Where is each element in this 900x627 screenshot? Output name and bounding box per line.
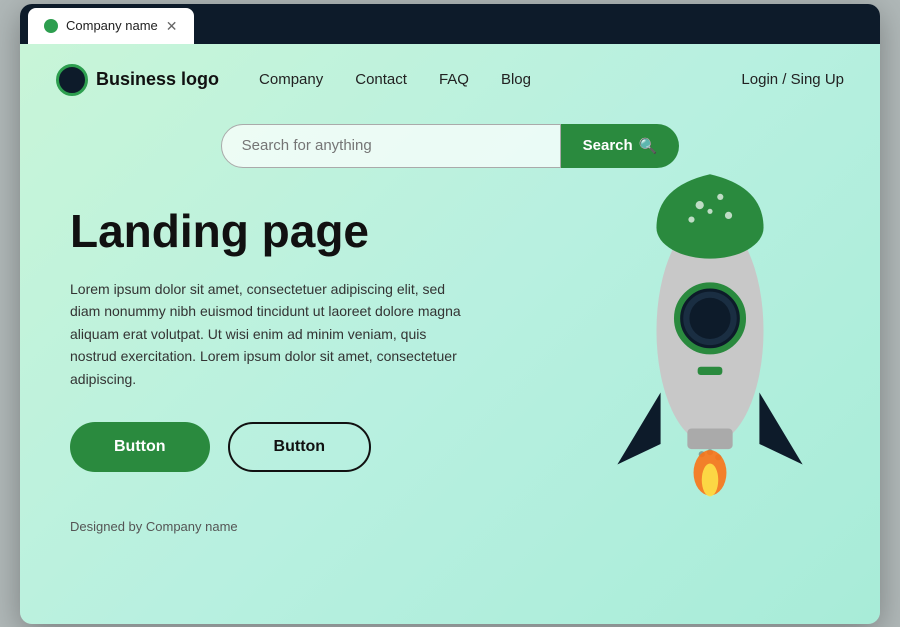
hero-text: Landing page Lorem ipsum dolor sit amet,… [70, 206, 530, 473]
hero-body: Lorem ipsum dolor sit amet, consectetuer… [70, 278, 470, 390]
primary-button[interactable]: Button [70, 422, 210, 472]
logo-icon [56, 64, 88, 96]
nav-blog[interactable]: Blog [501, 71, 531, 88]
tab-favicon-icon [44, 19, 58, 33]
secondary-button[interactable]: Button [228, 422, 372, 472]
logo-area: Business logo [56, 64, 219, 96]
auth-links[interactable]: Login / Sing Up [741, 71, 844, 88]
browser-tab[interactable]: Company name ✕ [28, 8, 194, 44]
browser-chrome: Company name ✕ [20, 4, 880, 44]
search-icon: 🔍 [639, 137, 658, 155]
hero-title: Landing page [70, 206, 530, 257]
search-button-label: Search [583, 137, 633, 154]
nav-company[interactable]: Company [259, 71, 323, 88]
rocket-illustration [570, 166, 850, 516]
navbar: Business logo Company Contact FAQ Blog L… [20, 44, 880, 116]
tab-close-icon[interactable]: ✕ [166, 19, 178, 33]
search-input[interactable] [221, 124, 561, 168]
nav-contact[interactable]: Contact [355, 71, 407, 88]
logo-text: Business logo [96, 69, 219, 90]
footer-text: Designed by Company name [70, 519, 238, 534]
tab-title: Company name [66, 18, 158, 33]
rocket-svg [570, 166, 850, 516]
nav-links: Company Contact FAQ Blog [259, 71, 741, 88]
hero-section: Landing page Lorem ipsum dolor sit amet,… [20, 196, 880, 503]
nav-faq[interactable]: FAQ [439, 71, 469, 88]
hero-buttons: Button Button [70, 422, 530, 472]
browser-window: Company name ✕ Business logo Company Con… [20, 4, 880, 624]
search-button[interactable]: Search 🔍 [561, 124, 680, 168]
page-content: Business logo Company Contact FAQ Blog L… [20, 44, 880, 624]
